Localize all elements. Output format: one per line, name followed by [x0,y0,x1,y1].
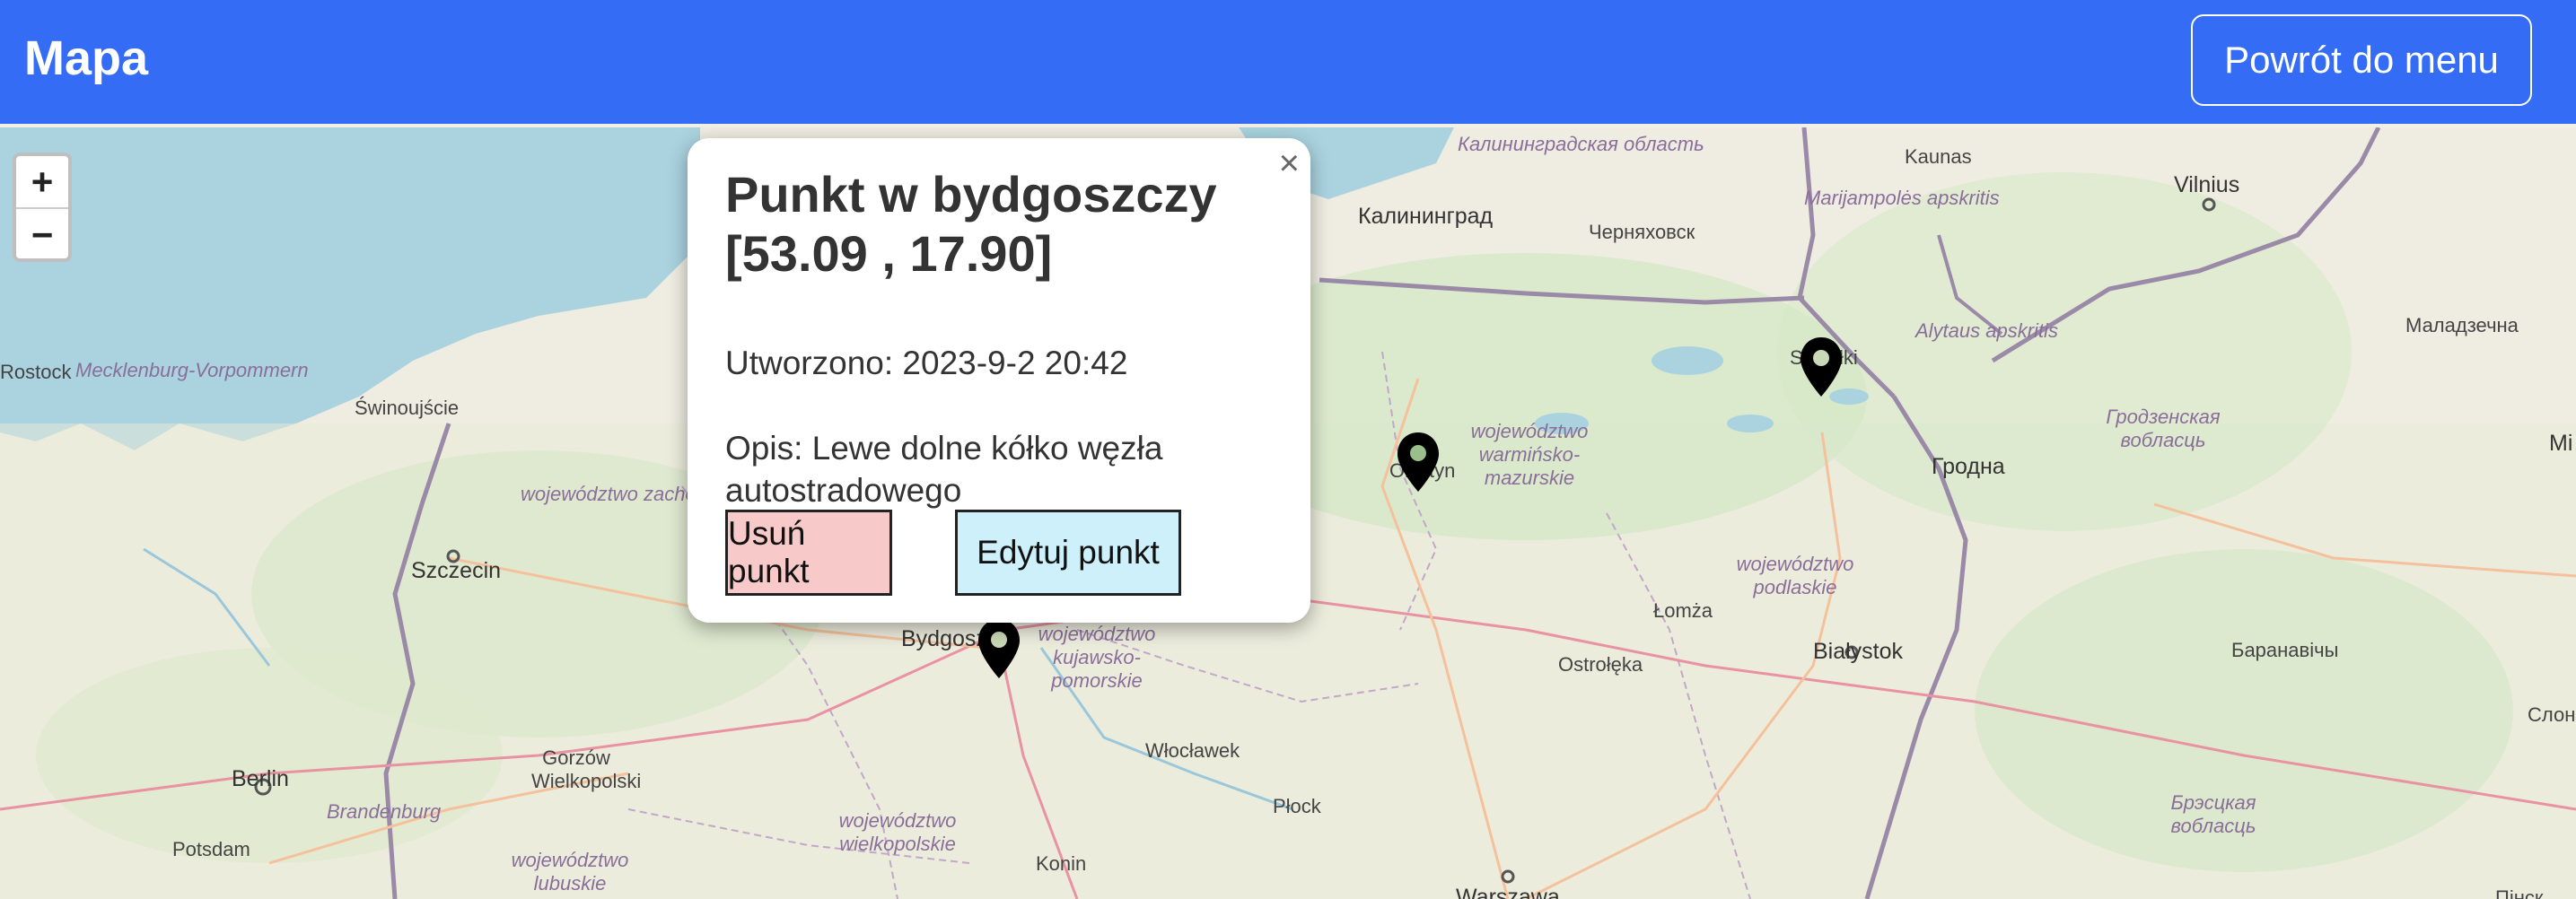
map-label-brandenburg: Brandenburg [327,800,442,823]
popup-title-name: Punkt w bydgoszczy [725,166,1217,223]
map-label-gorzow: Gorzów Wielkopolski [531,746,642,792]
map-label-rostock: Rostock [0,361,72,383]
popup-title: Punkt w bydgoszczy [53.09 , 17.90] [725,165,1273,284]
navbar: Mapa Powrót do menu [0,0,2576,124]
map-label-kaliningrad: Калининград [1358,204,1494,229]
map-label-swinoujscie: Świnoujście [355,397,460,419]
map-label-baranavichy: Баранавічы [2231,639,2339,661]
map-label-grodno: Гродна [1932,454,2005,479]
map-label-konin: Konin [1036,852,1087,875]
map-label-lubuskie: województwo lubuskie [511,849,629,895]
map-label-minsk: Мі [2549,431,2573,456]
map-label-kujawsko: województwo kujawsko-pomorskie [1038,623,1156,692]
brand-title[interactable]: Mapa [24,31,148,86]
map-label-alytaus: Alytaus apskritis [1915,319,2058,342]
popup-description: Opis: Lewe dolne kółko węzła autostradow… [725,430,1163,509]
marker-popup: × Punkt w bydgoszczy [53.09 , 17.90] Utw… [688,138,1310,623]
map-label-lomza: Łomża [1653,599,1713,622]
map-label-berlin: Berlin [232,766,289,791]
map-label-podlaskie: województwo podlaskie [1736,553,1854,598]
map-label-vilnius: Vilnius [2174,172,2240,197]
map-label-brest-region: Брэсцкая вобласць [2170,791,2256,837]
back-to-menu-button[interactable]: Powrót do menu [2191,14,2532,106]
zoom-out-button[interactable]: − [16,207,68,260]
map-label-ostroleka: Ostrołęka [1558,653,1643,676]
map-label-maladzyechna: Маладзечна [2405,314,2519,336]
edit-point-button[interactable]: Edytuj punkt [955,510,1181,596]
map-label-marijampoles: Marijampolės apskritis [1804,187,2000,209]
map-label-bialystok: Białystok [1813,639,1904,664]
map-label-mecklenburg: Mecklenburg-Vorpommern [75,359,309,381]
map-label-warszawa: Warszawa [1456,885,1560,899]
popup-created-date: Utworzono: 2023-9-2 20:42 [725,345,1128,381]
zoom-in-button[interactable]: + [16,156,68,207]
map-label-wloclawek: Włocławek [1145,739,1240,762]
delete-point-button[interactable]: Usuń punkt [725,510,892,596]
map-label-wielkopolskie: województwo wielkopolskie [838,809,957,855]
map-label-pinsk: Пінск [2495,886,2544,899]
map-label-szczecin: Szczecin [411,558,502,583]
map-label-slonim: Слонім [2528,703,2576,726]
map-label-chernyakhovsk: Черняховск [1589,221,1695,243]
map-label-plock: Płock [1273,795,1321,817]
map-marker-bydgoszcz[interactable] [977,617,1021,680]
map-label-potsdam: Potsdam [172,838,250,860]
map-label-grodno-region: Гродзенская вобласць [2106,406,2221,451]
popup-title-coordinates: [53.09 , 17.90] [725,225,1053,282]
map-label-kaliningrad-oblast: Калининградская область [1458,133,1704,155]
popup-close-button[interactable]: × [1279,144,1300,184]
map-label-warminsko: województwo warmińsko-mazurskie [1470,420,1589,489]
map-marker-suwalki[interactable] [1799,336,1844,398]
zoom-control: + − [13,153,72,262]
map-marker-olsztyn[interactable] [1396,431,1441,493]
map-label-zachodniopomorskie: województwo zachodniopomorskie [521,483,825,505]
map-label-kaunas: Kaunas [1905,145,1972,168]
